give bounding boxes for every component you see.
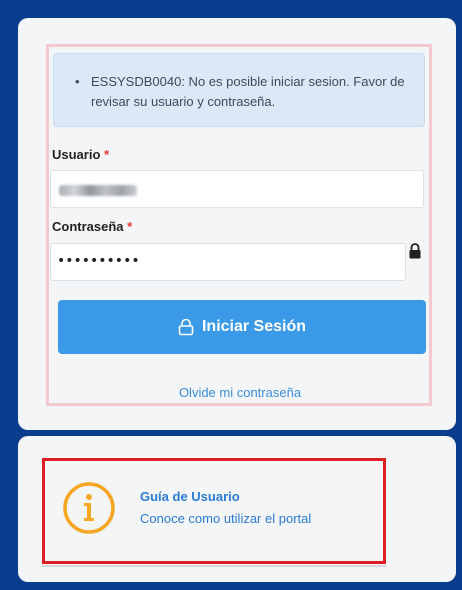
password-label-text: Contraseña [52, 219, 124, 234]
forgot-password-link[interactable]: Olvide mi contraseña [50, 385, 430, 400]
blurred-username-value [59, 185, 137, 196]
username-label: Usuario * [52, 147, 109, 162]
required-mark: * [127, 219, 133, 234]
login-button-label: Iniciar Sesión [201, 318, 307, 335]
password-mask: •••••••••• [57, 253, 140, 269]
username-input[interactable] [50, 170, 424, 208]
divider [42, 565, 386, 567]
alert-bullet: • [75, 74, 80, 89]
error-alert: • ESSYSDB0040: No es posible iniciar ses… [53, 53, 425, 127]
password-input[interactable]: •••••••••• [50, 243, 406, 281]
alert-message: ESSYSDB0040: No es posible iniciar sesio… [91, 74, 405, 109]
required-mark: * [104, 147, 110, 162]
user-guide-title[interactable]: Guía de Usuario [140, 489, 240, 504]
lock-icon [409, 243, 421, 259]
user-guide-subtitle[interactable]: Conoce como utilizar el portal [140, 511, 311, 526]
info-icon [63, 482, 115, 534]
username-label-text: Usuario [52, 147, 101, 162]
lock-icon [178, 318, 194, 336]
login-button[interactable]: Iniciar Sesión [58, 300, 426, 354]
password-label: Contraseña * [52, 219, 132, 234]
